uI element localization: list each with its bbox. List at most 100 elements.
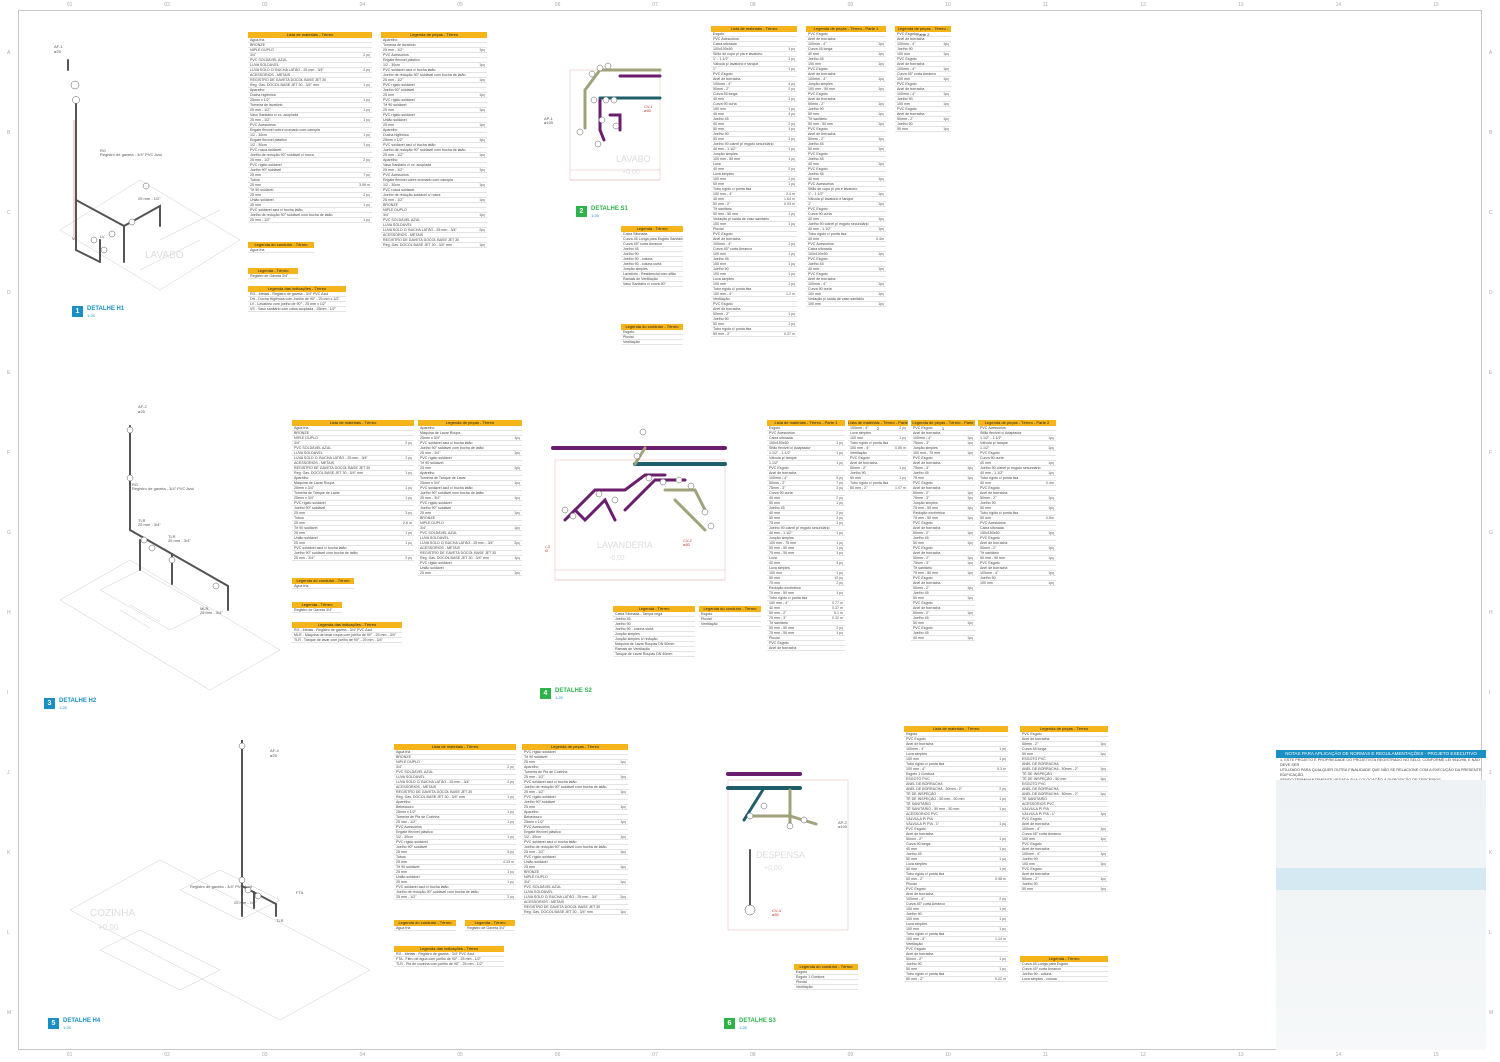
row-label: Joelho 90	[897, 97, 913, 101]
row-label: Joelho 45	[913, 631, 929, 635]
row-quantity: 2 pç	[507, 780, 514, 784]
row-label: REGISTRO DE GAVETA DOCOL BASE JET 30	[294, 466, 371, 470]
row-quantity: 3 pç	[836, 486, 843, 490]
row-label: PVC SOLDÁVEL AZUL	[250, 58, 288, 62]
row-label: PVC rosca soldável	[383, 188, 415, 192]
row-quantity: 1pç	[479, 168, 485, 172]
svg-text:LV: LV	[100, 234, 105, 239]
row-label: 25 mm	[294, 511, 305, 515]
row-label: 25mm x 3/4"	[294, 496, 315, 500]
row-label: Válvula p/ tanque	[769, 456, 797, 460]
row-label: 40 mm	[713, 112, 724, 116]
row-label: Esgoto	[713, 32, 725, 36]
row-label: PVC rígido soldável	[524, 795, 556, 799]
row-quantity: 1 pç	[363, 108, 370, 112]
row-label: Anel de borracha	[850, 461, 878, 465]
row-label: 100 mm	[897, 102, 910, 106]
row-label: Curva 45° curta Amanco	[713, 247, 752, 251]
row-label: 150x150x50	[980, 531, 1000, 535]
row-label: 75 mm	[769, 521, 780, 525]
row-label: 50mm - 2"	[913, 491, 930, 495]
row-label: LV - Lavatório com joelho de 90° - 25 mm…	[250, 302, 327, 306]
row-label: ANEL DE BORRACHA	[1022, 762, 1059, 766]
row-quantity: 1pç	[967, 541, 973, 545]
row-label: PVC Esgoto	[808, 67, 828, 71]
row-label: PVC Esgoto	[850, 456, 870, 460]
detail-h1-drawing: AF-1ø25 RGRegistro de gaveta - 3/4" PVC …	[54, 44, 241, 291]
row-quantity: 2 pç	[788, 122, 795, 126]
table-s3-legenda: Legenda - Térreo Curva 45 Longa para Esgo…	[1020, 956, 1108, 982]
row-label: Tubo rígido c/ ponta lisa	[769, 596, 808, 600]
row-label: Anel de borracha	[1022, 847, 1050, 851]
row-label: Joelho 90 - coluna curta	[623, 262, 662, 266]
ruler-tick: 13	[1238, 1052, 1244, 1058]
room-level-lavabo-s1: +0,00	[622, 169, 640, 176]
row-quantity: 1pç	[514, 496, 520, 500]
row-label: Vaso Sanitário c/ curva 90°	[623, 282, 667, 286]
row-label: Curva 45 Longa para Esgoto	[1022, 962, 1068, 966]
detail-title: DETALHE S2	[555, 688, 592, 694]
row-label: PVC SOLDÁVEL AZUL	[383, 218, 421, 222]
ruler-bottom: 01 02 03 04 05 06 07 08 09 10 11 12 13 14 15	[18, 1050, 1482, 1060]
row-label: 50mm - 2"	[906, 957, 923, 961]
table-s1-pecas-2: Legenda de peças - Térreo - Parte 2 PVC E…	[895, 26, 951, 132]
row-quantity: 1 pç	[363, 143, 370, 147]
row-quantity: 1 pç	[999, 797, 1006, 801]
row-quantity: 1 pç	[999, 907, 1006, 911]
row-label: PVC Esgoto	[897, 32, 917, 36]
row-label: 50 mm	[713, 137, 724, 141]
row-label: Pluvial	[906, 882, 917, 886]
row-label: TÊ DE INSPEÇÃO	[906, 792, 937, 796]
row-label: Aparelho	[524, 810, 539, 814]
row-label: Junção simples	[913, 501, 938, 505]
row-label: 50mm - 2"	[713, 312, 730, 316]
row-label: ESGOTO PVC	[906, 777, 930, 781]
table-s3-materiais: Lista de materiais - Térreo Esgoto PVC Esg…	[904, 726, 1008, 982]
row-label: PVC Esgoto	[980, 486, 1000, 490]
ruler-tick: C	[1489, 210, 1493, 216]
row-label: PVC Esgoto	[913, 576, 933, 580]
row-label: VÁLVULA P/ PIA	[906, 817, 933, 821]
row-label: Torneira de Pia de Cozinha	[396, 815, 440, 819]
row-label: PVC Esgoto	[897, 107, 917, 111]
row-label: Tê 90 soldável	[524, 755, 548, 759]
row-label: 100 mm - 75 mm	[913, 451, 941, 455]
row-label: RG - Metais - Registro de gaveta - 3/4" …	[250, 292, 329, 296]
row-label: Reg. Gav. DOCOL BASE JET 30 - 3/4" mm	[383, 243, 452, 247]
row-label: Anel de borracha	[906, 742, 934, 746]
svg-text:25 mm - 1/2": 25 mm - 1/2"	[138, 196, 161, 201]
row-quantity: 4 pç	[788, 82, 795, 86]
row-label: 25 mm	[396, 850, 407, 854]
row-label: LUVA SOLD C/ BUCHA LATÃO - 25 mm - 3/4"	[250, 68, 324, 72]
row-label: 25 mm	[294, 541, 305, 545]
row-quantity: 1pç	[1048, 446, 1054, 450]
row-quantity: 1pç	[967, 436, 973, 440]
row-label: PVC Acessórios	[524, 825, 550, 829]
row-label: 40 mm - 1.1/2"	[769, 531, 793, 535]
row-label: 50 mm - 2"	[713, 332, 731, 336]
row-label: Curva 90 curta	[808, 287, 832, 291]
row-quantity: 3.08 m	[359, 183, 370, 187]
svg-text:ø25: ø25	[270, 753, 278, 758]
row-label: 50 mm - 50 mm	[713, 212, 739, 216]
row-quantity: 1 pç	[836, 551, 843, 555]
row-label: Luva simples	[906, 752, 927, 756]
row-quantity: 10 pç	[834, 576, 843, 580]
row-label: LUVA SOLD C/ BUCHA LATÃO - 25 mm - 3/4"	[524, 895, 598, 899]
row-quantity: 1 pç	[836, 591, 843, 595]
row-quantity: 1pç	[967, 556, 973, 560]
row-label: PVC Esgoto	[906, 737, 926, 741]
row-label: PVC Esgoto	[913, 456, 933, 460]
row-quantity: 1pç	[1100, 777, 1106, 781]
row-label: 100 mm	[906, 927, 919, 931]
row-label: PVC Acessórios	[808, 182, 834, 186]
svg-text:25 mm - 3/4": 25 mm - 3/4"	[168, 538, 191, 543]
ruler-tick: 13	[1238, 2, 1244, 8]
note-line: 1. ESTE PROJETO É PROPRIEDADE DO PROJETI…	[1280, 758, 1480, 767]
row-label: Curva 90 curta	[713, 102, 737, 106]
row-label: Joelho de redução soldável c/ rosca	[383, 193, 441, 197]
row-label: Tubo rígido c/ ponta lisa	[850, 481, 889, 485]
svg-text:Registro de gaveta - 3/4" PVC: Registro de gaveta - 3/4" PVC Azul	[190, 884, 252, 889]
room-label-lavanderia: LAVANDERIA	[597, 540, 653, 550]
row-label: 50 mm	[906, 867, 917, 871]
